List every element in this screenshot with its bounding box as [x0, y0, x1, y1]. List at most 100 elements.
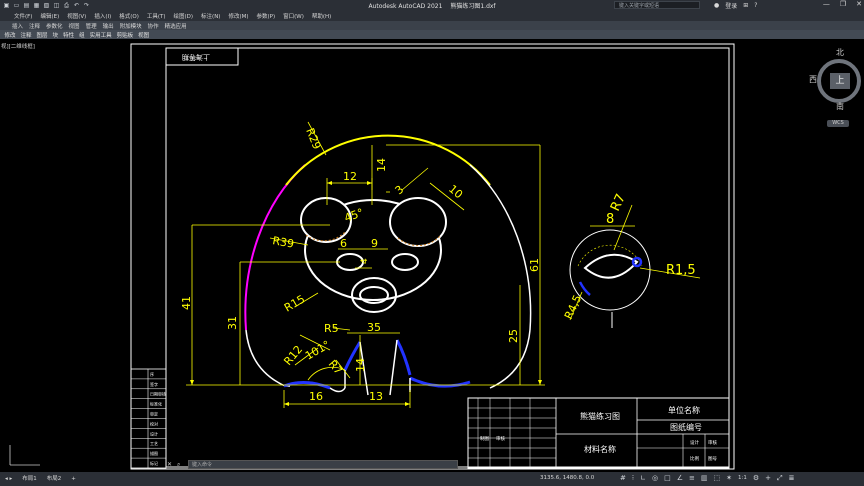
- undo-icon[interactable]: ↶: [73, 2, 80, 9]
- dim-14: 14: [375, 158, 388, 172]
- osnap-icon[interactable]: □: [664, 474, 671, 483]
- menu-item-10[interactable]: 窗口(W): [279, 12, 308, 20]
- ribbon-tab-1[interactable]: 注释: [26, 22, 43, 30]
- panel-item-7[interactable]: 剪贴板: [114, 31, 136, 39]
- viewcube-west[interactable]: 西: [809, 74, 817, 85]
- selection-icon[interactable]: ⬚: [714, 474, 721, 483]
- dim-13: 13: [369, 390, 383, 403]
- menu-item-5[interactable]: 工具(T): [143, 12, 170, 20]
- menu-item-6[interactable]: 绘图(D): [170, 12, 198, 20]
- ribbon-tab-5[interactable]: 输出: [100, 22, 117, 30]
- ribbon-tab-7[interactable]: 协作: [145, 22, 162, 30]
- panel-item-8[interactable]: 视图: [136, 31, 152, 39]
- grid-icon[interactable]: #: [620, 474, 626, 483]
- close-icon[interactable]: ✕: [856, 0, 862, 8]
- ortho-icon[interactable]: ∟: [640, 474, 646, 483]
- minimize-icon[interactable]: —: [823, 0, 830, 8]
- viewcube-south[interactable]: 南: [836, 101, 844, 112]
- scale-label[interactable]: 1:1: [738, 474, 747, 483]
- open-icon[interactable]: ▤: [23, 2, 30, 9]
- leg-right-arc: [395, 339, 412, 376]
- panel-item-2[interactable]: 图层: [34, 31, 50, 39]
- menu-item-11[interactable]: 帮助(H): [308, 12, 335, 20]
- ribbon-tab-0[interactable]: 插入: [9, 22, 26, 30]
- wcs-menu[interactable]: WCS: [827, 120, 849, 127]
- title-bar: ▣ ▭ ▤ ▦ ▧ ◫ ⎙ ↶ ↷ Autodesk AutoCAD 2021 …: [0, 0, 864, 11]
- customize-cmd-icon[interactable]: ⌕: [177, 461, 180, 469]
- detail-dim-r15: R1,5: [666, 263, 696, 278]
- menu-item-7[interactable]: 标注(N): [197, 12, 224, 20]
- left-table-cell-8: 描图: [150, 450, 158, 456]
- viewport-label[interactable]: 视][二维线框]: [1, 42, 35, 50]
- nose-outline: [351, 277, 397, 313]
- cart-icon[interactable]: ⊞: [743, 2, 748, 9]
- ribbon-tab-8[interactable]: 精选应用: [162, 22, 190, 30]
- panel-item-0[interactable]: 修改: [2, 31, 18, 39]
- otrack-icon[interactable]: ∠: [677, 474, 683, 483]
- save-icon[interactable]: ▦: [33, 2, 40, 9]
- web-icon[interactable]: ◫: [53, 2, 60, 9]
- dim-r15: R15: [282, 293, 307, 315]
- head-arc-right: [469, 164, 532, 331]
- fullscreen-icon[interactable]: ⤢: [777, 474, 783, 483]
- app-menu-icon[interactable]: ▣: [3, 2, 10, 9]
- title-checked-by: 审核: [496, 435, 505, 442]
- plot-icon[interactable]: ⎙: [63, 2, 70, 9]
- add-layout-icon[interactable]: +: [66, 472, 81, 486]
- ear-left: [300, 197, 352, 243]
- restore-icon[interactable]: ❐: [840, 0, 846, 8]
- menu-item-3[interactable]: 插入(I): [90, 12, 115, 20]
- dim-3: 3: [393, 183, 407, 197]
- plus-icon[interactable]: +: [765, 474, 771, 483]
- snap-icon[interactable]: ⁝: [632, 474, 634, 483]
- dim-r7: R7: [326, 358, 345, 378]
- login-area[interactable]: ● 登录 ⊞ ?: [714, 1, 757, 10]
- model-tab[interactable]: ◂ ▸: [0, 472, 17, 486]
- viewcube-north[interactable]: 北: [836, 47, 844, 58]
- settings-icon[interactable]: ⚙: [753, 474, 759, 483]
- panel-item-6[interactable]: 实用工具: [87, 31, 114, 39]
- menu-item-8[interactable]: 修改(M): [224, 12, 252, 20]
- sheet-inner-frame: [165, 47, 730, 468]
- close-cmd-icon[interactable]: ✕: [167, 461, 172, 469]
- search-input[interactable]: 键入关键字或短语: [614, 1, 700, 9]
- left-table-cell-6: 设计: [150, 430, 158, 436]
- panel-item-1[interactable]: 注释: [18, 31, 34, 39]
- layout-tab-1[interactable]: 布局1: [17, 472, 42, 486]
- menu-item-1[interactable]: 编辑(E): [36, 12, 63, 20]
- panel-item-4[interactable]: 特性: [61, 31, 77, 39]
- dim-r29: R29: [303, 126, 323, 151]
- dim-r12: R12: [281, 343, 305, 368]
- quick-access-toolbar: ▣ ▭ ▤ ▦ ▧ ◫ ⎙ ↶ ↷: [0, 2, 90, 9]
- ribbon-tab-6[interactable]: 附加模块: [117, 22, 145, 30]
- panel-item-3[interactable]: 块: [50, 31, 61, 39]
- menu-item-2[interactable]: 视图(V): [63, 12, 90, 20]
- title-unit-name: 单位名称: [668, 405, 700, 415]
- save-as-icon[interactable]: ▧: [43, 2, 50, 9]
- ribbon-tab-3[interactable]: 视图: [66, 22, 83, 30]
- title-drawing-name: 熊猫练习图: [580, 411, 620, 421]
- leg-left-base: [329, 387, 346, 393]
- drawing-canvas[interactable]: 上海等期 R29 14 12 3 10 45° R39 6 9 4 61 41 …: [0, 39, 864, 472]
- help-icon[interactable]: ?: [754, 2, 757, 9]
- new-icon[interactable]: ▭: [13, 2, 20, 9]
- polar-icon[interactable]: ◎: [652, 474, 658, 483]
- menu-item-9[interactable]: 参数(P): [253, 12, 280, 20]
- ribbon-tab-2[interactable]: 参数化: [43, 22, 66, 30]
- annotation-icon[interactable]: ✶: [726, 474, 732, 483]
- left-table-cell-4: 审定: [150, 411, 158, 417]
- panel-item-5[interactable]: 组: [77, 31, 88, 39]
- viewcube-top-face[interactable]: 上: [830, 73, 850, 89]
- menu-item-0[interactable]: 文件(F): [10, 12, 36, 20]
- ribbon-tab-4[interactable]: 管理: [83, 22, 100, 30]
- ribbon-tabs: 插入 注释 参数化 视图 管理 输出 附加模块 协作 精选应用: [0, 21, 864, 30]
- menu-item-4[interactable]: 格式(O): [115, 12, 143, 20]
- redo-icon[interactable]: ↷: [83, 2, 90, 9]
- command-input[interactable]: 键入命令: [188, 460, 458, 469]
- dim-25: 25: [507, 329, 520, 343]
- lineweight-icon[interactable]: ≡: [689, 474, 695, 483]
- menu-icon[interactable]: ≣: [789, 474, 795, 483]
- left-table-cell-1: 签字: [150, 381, 158, 387]
- transparency-icon[interactable]: ▥: [701, 474, 708, 483]
- layout-tab-2[interactable]: 布局2: [42, 472, 67, 486]
